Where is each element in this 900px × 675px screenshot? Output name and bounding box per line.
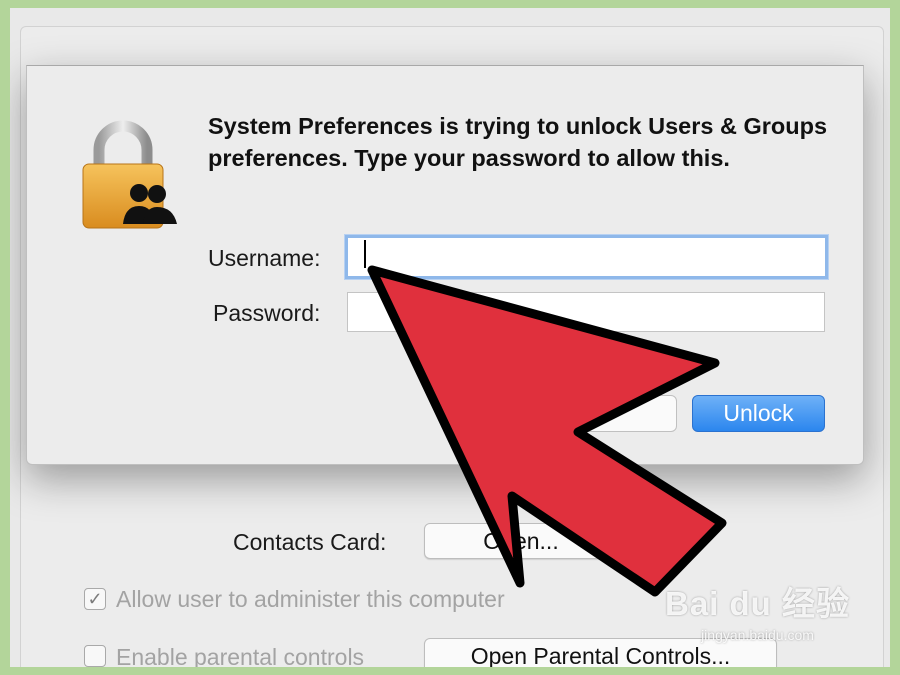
watermark-url: jingyan.baidu.com: [701, 627, 814, 643]
watermark-logo: Bai du 经验: [664, 585, 850, 622]
red-pointer-arrow-icon: [367, 265, 727, 597]
baidu-watermark: Bai du 经验 jingyan.baidu.com: [665, 577, 850, 643]
